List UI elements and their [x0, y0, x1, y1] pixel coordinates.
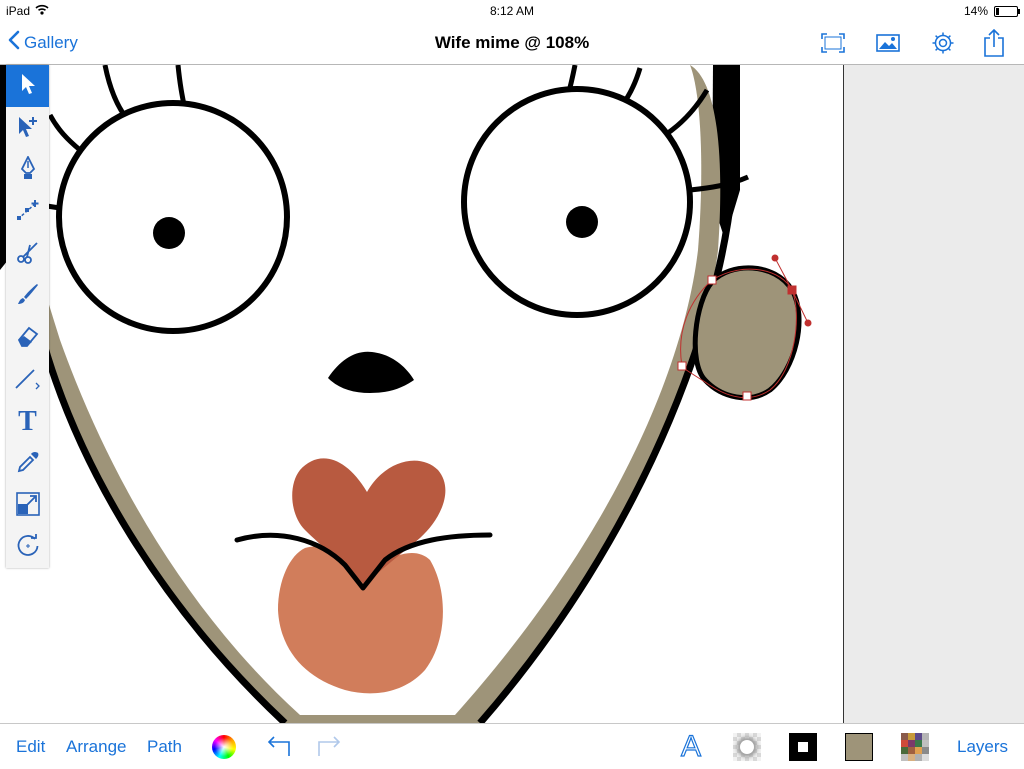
anchor-point[interactable]	[677, 361, 687, 371]
text-style-glyph: A	[680, 729, 701, 763]
eyedropper-icon	[16, 450, 40, 479]
scissors-icon	[16, 240, 40, 269]
brush-icon	[16, 282, 40, 311]
text-tool[interactable]: T	[6, 401, 49, 443]
status-bar: iPad 8:12 AM 14%	[0, 0, 1024, 22]
edit-button[interactable]: Edit	[16, 737, 45, 757]
battery-percent: 14%	[963, 4, 988, 18]
anchor-point-selected[interactable]	[787, 285, 797, 295]
direct-select-tool[interactable]	[6, 107, 49, 149]
eraser-tool[interactable]	[6, 317, 49, 359]
redo-icon[interactable]	[315, 732, 345, 762]
text-style-icon[interactable]: A	[676, 729, 706, 763]
arrange-button[interactable]: Arrange	[66, 737, 126, 757]
battery-fill	[996, 7, 999, 15]
eyedropper-tool[interactable]	[6, 443, 49, 485]
clock: 8:12 AM	[489, 4, 535, 18]
select-arrow-icon	[20, 73, 36, 100]
scale-icon	[15, 491, 40, 521]
scissors-tool[interactable]	[6, 233, 49, 275]
fullscreen-icon[interactable]	[818, 28, 848, 58]
direct-select-icon	[16, 114, 40, 143]
anchor-point[interactable]	[707, 275, 717, 285]
undo-icon[interactable]	[263, 732, 293, 762]
pen-tool[interactable]	[6, 149, 49, 191]
rotate-tool[interactable]	[6, 527, 49, 569]
rotate-icon	[15, 533, 41, 564]
right-pupil	[566, 206, 598, 238]
bezier-handle[interactable]	[804, 319, 812, 327]
shadow-icon[interactable]	[732, 732, 762, 762]
mime-drawing[interactable]	[0, 65, 843, 723]
pattern-icon[interactable]	[900, 732, 930, 762]
battery-icon	[994, 5, 1020, 17]
line-icon	[14, 366, 42, 395]
brush-tool[interactable]	[6, 275, 49, 317]
add-node-icon	[16, 199, 40, 226]
drawing-canvas[interactable]	[0, 65, 843, 723]
add-node-tool[interactable]	[6, 191, 49, 233]
scale-tool[interactable]	[6, 485, 49, 527]
eraser-icon	[16, 325, 40, 352]
stroke-swatch-icon[interactable]	[788, 732, 818, 762]
selected-ear-shape[interactable]	[692, 265, 802, 401]
layers-button[interactable]: Layers	[957, 737, 1008, 757]
left-pupil	[153, 217, 185, 249]
right-eye	[461, 86, 693, 318]
fill-swatch-icon[interactable]	[844, 732, 874, 762]
settings-gear-icon[interactable]	[928, 28, 958, 58]
image-icon[interactable]	[873, 28, 903, 58]
pen-icon	[19, 154, 37, 185]
color-wheel-icon[interactable]	[209, 732, 239, 762]
path-button[interactable]: Path	[147, 737, 182, 757]
navigation-bar: Gallery Wife mime @ 108%	[0, 22, 1024, 65]
anchor-point[interactable]	[742, 391, 752, 401]
bezier-handle[interactable]	[771, 254, 779, 262]
side-panel	[843, 65, 1024, 723]
bottom-toolbar: Edit Arrange Path A Layers	[0, 723, 1024, 769]
left-eye	[56, 100, 290, 334]
toolbox: T	[6, 65, 49, 568]
document-title: Wife mime @ 108%	[434, 33, 590, 52]
text-tool-icon: T	[18, 406, 37, 437]
select-tool[interactable]	[6, 65, 49, 107]
line-tool[interactable]	[6, 359, 49, 401]
share-icon[interactable]	[979, 28, 1009, 58]
